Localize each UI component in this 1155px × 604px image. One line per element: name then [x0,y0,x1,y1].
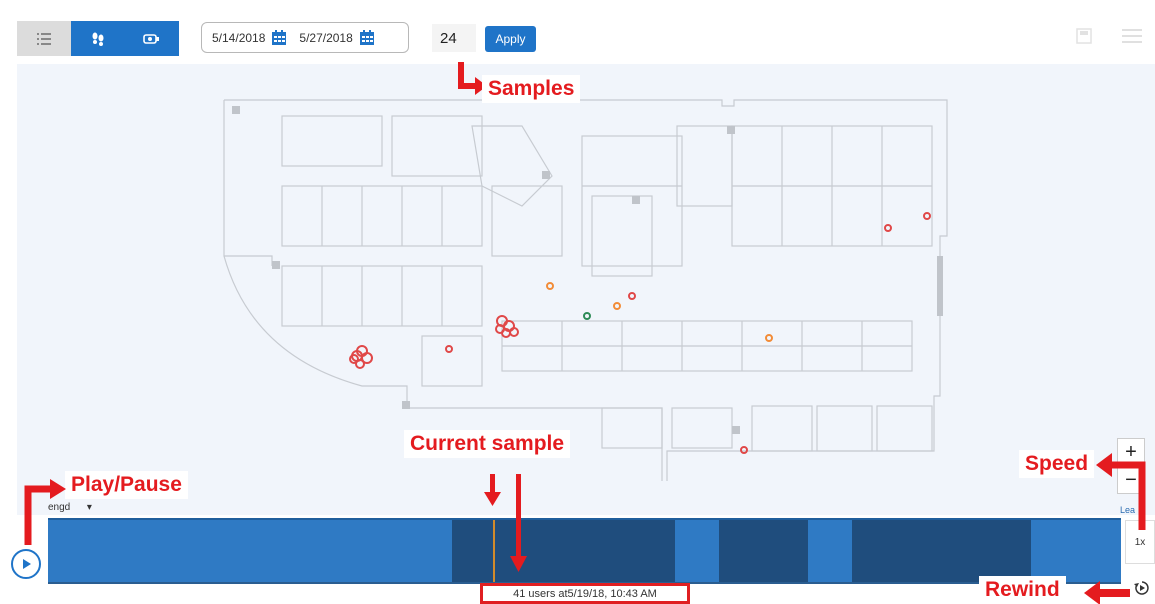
current-sample-arrows [484,474,527,572]
list-view-button[interactable] [17,21,71,56]
rewind-icon [1134,581,1149,595]
play-icon [23,559,31,569]
end-date[interactable]: 5/27/2018 [299,31,352,45]
camera-icon [143,33,159,44]
current-sample-status: 41 users at5/19/18, 10:43 AM [480,583,690,604]
list-icon [37,32,51,45]
play-pause-arrow [24,479,66,545]
timeline-segment [852,520,1031,582]
play-pause-button[interactable] [11,549,41,579]
footprints-icon [92,32,104,46]
rewind-button[interactable] [1130,576,1154,600]
view-toggle [17,21,179,56]
menu-icon[interactable] [1122,27,1142,45]
apply-button[interactable]: Apply [485,26,536,52]
date-range-picker[interactable]: 5/14/2018 5/27/2018 [201,22,409,53]
speed-arrow [1096,453,1146,530]
start-date[interactable]: 5/14/2018 [212,31,265,45]
footprints-view-button[interactable] [71,21,125,56]
samples-input[interactable]: 24 [432,24,476,52]
calendar-icon[interactable] [271,29,287,46]
floor-plan [223,99,948,481]
video-view-button[interactable] [125,21,179,56]
play-pause-annotation: Play/Pause [65,471,188,499]
rewind-arrow [1084,581,1130,604]
rewind-annotation: Rewind [979,576,1066,604]
current-sample-annotation: Current sample [404,430,571,458]
timeline-segment [719,520,808,582]
samples-annotation: Samples [482,75,581,103]
speed-annotation: Speed [1019,450,1095,478]
calendar-icon[interactable] [359,29,375,46]
save-icon[interactable] [1076,28,1092,44]
timeline-bar[interactable] [48,518,1121,582]
